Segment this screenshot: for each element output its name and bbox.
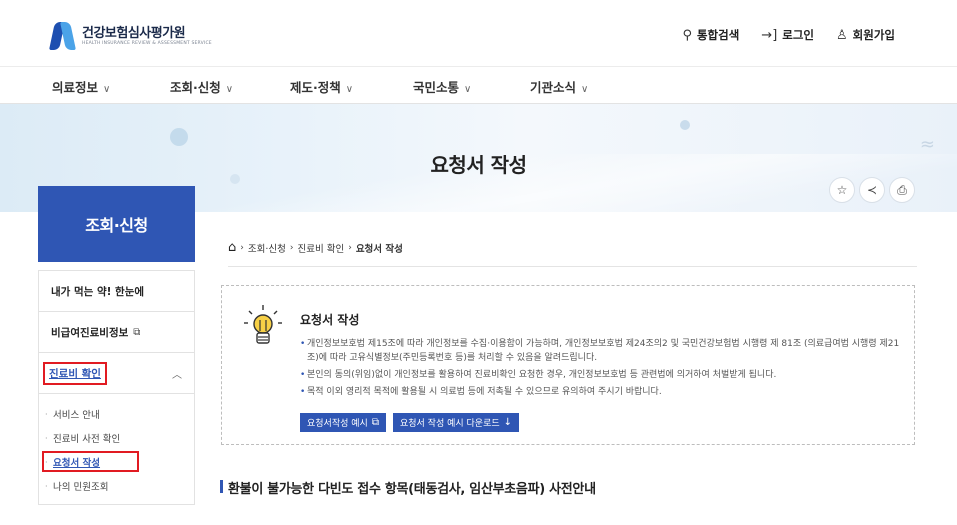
download-icon: ↓	[503, 417, 513, 428]
gnb-item-lookup[interactable]: 조회·신청 ∨	[170, 77, 233, 96]
chevron-right-icon: ›	[348, 242, 352, 253]
sidebar-item-label: 내가 먹는 약! 한눈에	[51, 285, 145, 298]
login-icon: →]	[761, 27, 778, 43]
sidebar-menu: 내가 먹는 약! 한눈에 비급여진료비정보 ⧉ 진료비 확인 ︿ · 서비스 안…	[38, 270, 195, 505]
sidebar-item-label: 진료비 확인	[43, 361, 107, 385]
gnb-item-policy[interactable]: 제도·정책 ∨	[290, 77, 353, 96]
chevron-right-icon: ›	[240, 242, 244, 253]
notice-title: 요청서 작성	[300, 313, 360, 327]
share-icon: ≺	[866, 183, 878, 197]
user-plus-icon: ♙	[836, 27, 848, 43]
sidebar-submenu: · 서비스 안내 · 진료비 사전 확인 · 요청서 작성 · 나의 민원조회	[38, 393, 195, 505]
breadcrumb-item[interactable]: 조회·신청	[248, 241, 286, 255]
section-title: 환불이 불가능한 다빈도 접수 항목(태동검사, 임산부초음파) 사전안내	[220, 478, 596, 497]
chevron-down-icon: ∨	[345, 84, 354, 95]
login-link[interactable]: →] 로그인	[761, 27, 814, 43]
submenu-label: 진료비 사전 확인	[53, 434, 121, 445]
logo-title: 건강보험심사평가원	[82, 25, 186, 41]
notice-item: • 목적 이외 영리적 목적에 활용될 시 의료법 등에 저촉될 수 있으므로 유…	[300, 387, 662, 397]
sidebar-title: 조회·신청	[38, 186, 195, 262]
form-example-button[interactable]: 요청서작성 예시 ⧉	[300, 413, 386, 432]
breadcrumb-current: 요청서 작성	[355, 243, 403, 255]
home-icon[interactable]: ⌂	[228, 240, 236, 255]
star-icon: ☆	[836, 183, 848, 197]
login-label: 로그인	[782, 28, 815, 42]
chevron-down-icon: ∨	[225, 84, 234, 95]
chevron-down-icon: ∨	[464, 84, 472, 95]
search-label: 통합검색	[696, 28, 740, 42]
header: 건강보험심사평가원 HEALTH INSURANCE REVIEW & ASSE…	[0, 0, 957, 66]
gnb-label: 의료정보	[52, 80, 99, 95]
button-label: 요청서 작성 예시 다운로드	[399, 419, 500, 429]
highlight-box	[42, 451, 139, 472]
site-logo[interactable]: 건강보험심사평가원 HEALTH INSURANCE REVIEW & ASSE…	[49, 20, 212, 52]
chevron-down-icon: ∨	[103, 84, 111, 95]
share-button[interactable]: ≺	[859, 177, 885, 203]
notice-list: • 개인정보보호법 제15조에 따라 개인정보를 수집·이용함이 가능하며, 개인…	[300, 337, 900, 402]
gnb-item-news[interactable]: 기관소식 ∨	[530, 77, 588, 96]
main-nav: 의료정보 ∨ 조회·신청 ∨ 제도·정책 ∨ 국민소통 ∨ 기관소식 ∨	[0, 66, 957, 104]
breadcrumb-item[interactable]: 진료비 확인	[297, 241, 344, 255]
gnb-label: 기관소식	[530, 80, 577, 95]
notice-item: • 본인의 동의(위임)없이 개인정보를 활용하여 진료비확인 요청한 경우, 개…	[300, 370, 777, 380]
download-example-button[interactable]: 요청서 작성 예시 다운로드 ↓	[392, 413, 520, 432]
submenu-item-request-form[interactable]: · 요청서 작성	[39, 450, 194, 474]
chevron-down-icon: ∨	[581, 84, 589, 95]
gnb-label: 제도·정책	[290, 80, 341, 95]
logo-subtitle: HEALTH INSURANCE REVIEW & ASSESSMENT SER…	[82, 40, 212, 46]
sidebar-item-fee-check[interactable]: 진료비 확인 ︿	[38, 352, 195, 393]
chevron-up-icon: ︿	[172, 369, 182, 381]
page: 건강보험심사평가원 HEALTH INSURANCE REVIEW & ASSE…	[0, 0, 957, 525]
search-icon: ⚲	[682, 27, 692, 43]
submenu-item-service-guide[interactable]: · 서비스 안내	[39, 402, 194, 426]
bookmark-button[interactable]: ☆	[829, 177, 855, 203]
print-icon: ⎙	[897, 182, 907, 197]
notice-buttons: 요청서작성 예시 ⧉ 요청서 작성 예시 다운로드 ↓	[300, 413, 520, 432]
signup-label: 회원가입	[852, 28, 895, 42]
external-link-icon: ⧉	[133, 326, 141, 338]
sidebar-item-my-medicine[interactable]: 내가 먹는 약! 한눈에	[38, 270, 195, 311]
new-window-icon: ⧉	[371, 417, 379, 428]
page-title: 요청서 작성	[430, 153, 527, 177]
sidebar-item-noncovered[interactable]: 비급여진료비정보 ⧉	[38, 311, 195, 352]
submenu-item-pre-check[interactable]: · 진료비 사전 확인	[39, 426, 194, 450]
logo-icon	[49, 22, 76, 50]
submenu-item-my-complaints[interactable]: · 나의 민원조회	[39, 474, 194, 498]
divider	[228, 266, 917, 267]
gnb-item-medical-info[interactable]: 의료정보 ∨	[52, 77, 110, 96]
notice-item: • 개인정보보호법 제15조에 따라 개인정보를 수집·이용함이 가능하며, 개인…	[300, 339, 900, 363]
lightbulb-icon	[244, 305, 282, 344]
gnb-item-communication[interactable]: 국민소통 ∨	[413, 77, 471, 96]
submenu-label: 나의 민원조회	[53, 482, 109, 493]
gnb-label: 국민소통	[413, 80, 460, 95]
signup-link[interactable]: ♙ 회원가입	[836, 27, 895, 43]
submenu-label: 서비스 안내	[53, 410, 100, 421]
search-link[interactable]: ⚲ 통합검색	[682, 27, 739, 43]
breadcrumb: ⌂ › 조회·신청 › 진료비 확인 › 요청서 작성	[228, 240, 403, 255]
utility-nav: ⚲ 통합검색 →] 로그인 ♙ 회원가입	[682, 27, 895, 43]
sidebar-item-label: 비급여진료비정보	[51, 326, 129, 339]
button-label: 요청서작성 예시	[307, 419, 368, 429]
chevron-right-icon: ›	[289, 242, 294, 253]
print-button[interactable]: ⎙	[889, 177, 915, 203]
gnb-label: 조회·신청	[170, 80, 221, 95]
